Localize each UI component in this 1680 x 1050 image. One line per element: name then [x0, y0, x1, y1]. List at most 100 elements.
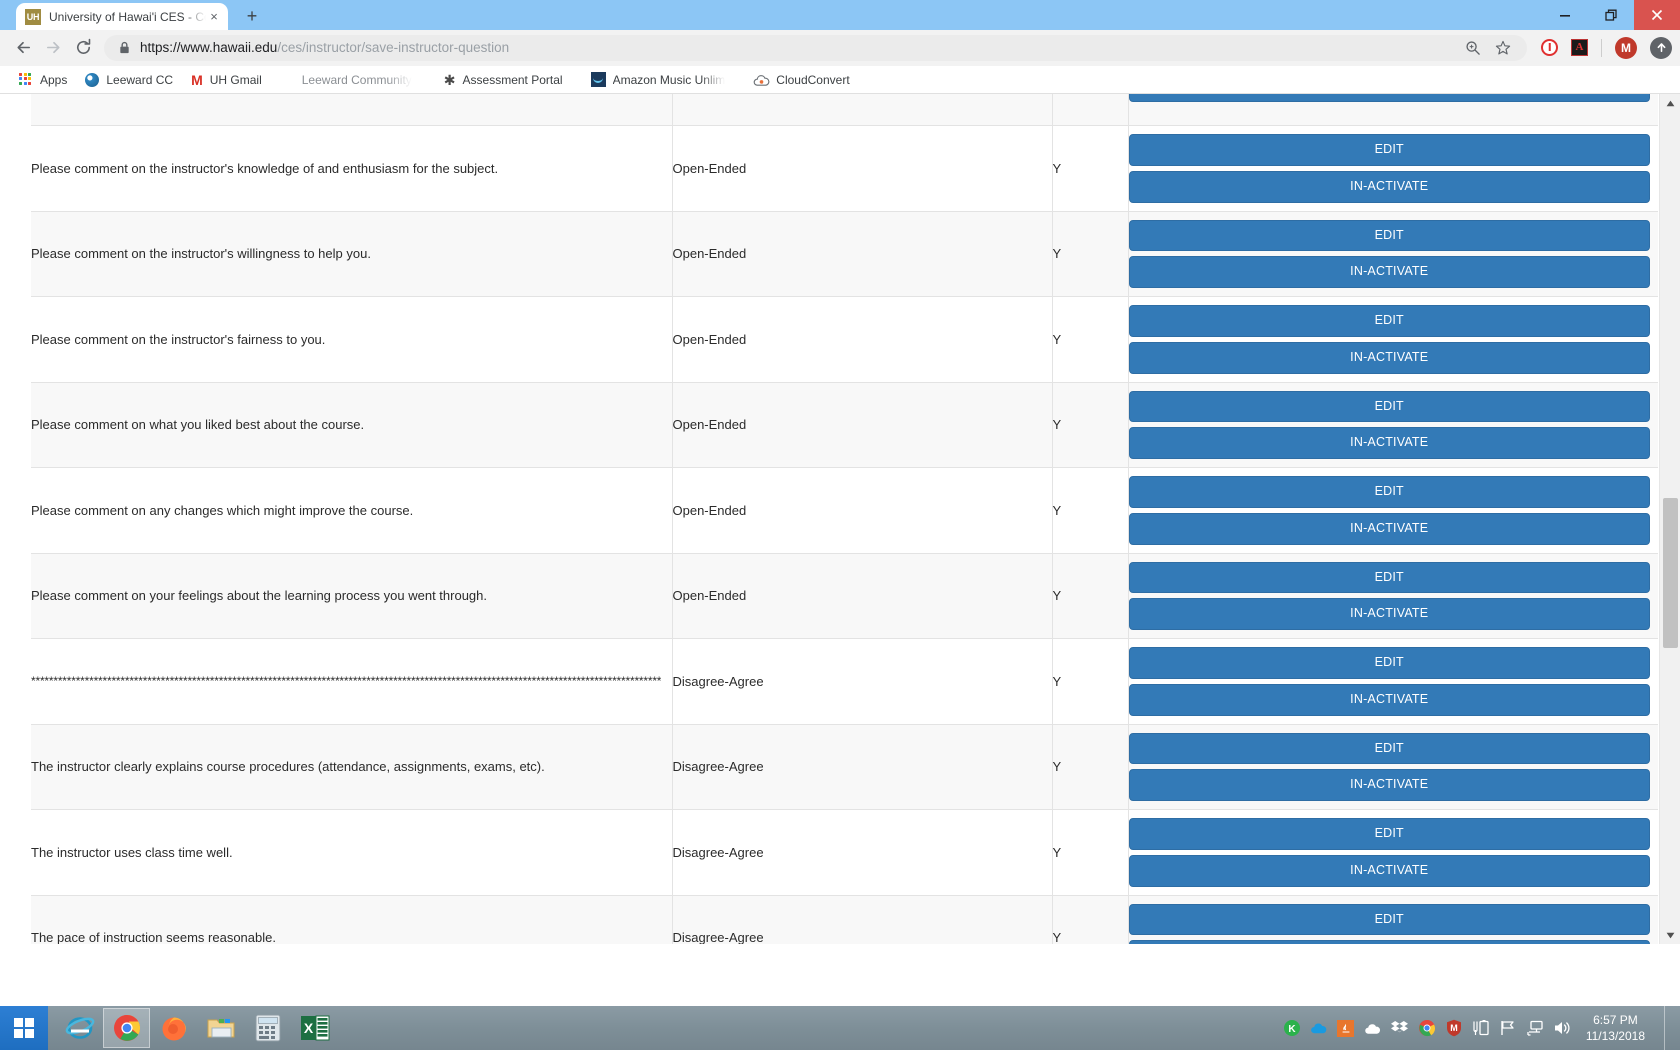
taskbar-clock[interactable]: 6:57 PM 11/13/2018 — [1580, 1012, 1655, 1044]
reload-icon[interactable] — [68, 33, 98, 63]
address-bar[interactable]: https://www.hawaii.edu/ces/instructor/sa… — [104, 34, 1527, 61]
window-controls — [1542, 0, 1680, 30]
taskbar-item-file-explorer[interactable] — [197, 1008, 244, 1048]
tab-title: University of Hawai'i CES - Cours — [49, 9, 206, 24]
inactivate-button[interactable]: IN-ACTIVATE — [1128, 683, 1650, 716]
java-icon[interactable] — [1337, 1019, 1355, 1037]
active-cell: Y — [1052, 210, 1129, 297]
taskbar-item-internet-explorer[interactable] — [56, 1008, 103, 1048]
bookmark-leeward-cc[interactable]: Leeward CC — [76, 70, 182, 90]
type-cell: Open-Ended — [672, 125, 1053, 212]
taskbar-item-mozilla-firefox[interactable] — [150, 1008, 197, 1048]
flag-icon[interactable] — [1499, 1019, 1517, 1037]
taskbar-item-calculator[interactable] — [244, 1008, 291, 1048]
question-cell: Please comment on the instructor's knowl… — [31, 125, 673, 212]
inactivate-button[interactable]: IN-ACTIVATE — [1128, 598, 1650, 630]
bookmark-star-icon[interactable] — [1495, 40, 1511, 56]
actions-cell: EDIT IN-ACTIVATE — [1128, 210, 1658, 297]
bookmark-apps[interactable]: Apps — [10, 70, 76, 90]
edit-button[interactable]: EDIT — [1128, 305, 1650, 337]
edit-button[interactable]: EDIT — [1128, 390, 1650, 423]
svg-text:K: K — [1288, 1024, 1296, 1035]
taskbar-item-microsoft-excel[interactable]: X — [291, 1008, 338, 1048]
question-cell: Please comment on the instructor's willi… — [31, 210, 673, 297]
browser-tab[interactable]: UH University of Hawai'i CES - Cours × — [16, 3, 228, 30]
restore-button[interactable] — [1588, 0, 1634, 30]
edit-button[interactable]: EDIT — [1128, 476, 1650, 508]
update-icon[interactable] — [1650, 36, 1672, 59]
edit-button[interactable]: EDIT — [1128, 647, 1650, 679]
adobe-acrobat-icon[interactable]: A — [1571, 39, 1588, 56]
scroll-up-icon[interactable] — [1660, 94, 1680, 112]
svg-text:X: X — [303, 1020, 313, 1036]
type-cell: Open-Ended — [672, 210, 1053, 297]
page-scrollbar[interactable] — [1659, 94, 1680, 944]
search-icon[interactable] — [1465, 40, 1481, 56]
table-row: IN-ACTIVATE — [31, 94, 1658, 126]
browser-title-bar: UH University of Hawai'i CES - Cours × + — [0, 0, 1680, 30]
apps-grid-icon — [19, 72, 33, 87]
taskbar-items: X — [56, 1008, 338, 1048]
active-cell: Y — [1052, 381, 1129, 468]
dropbox-icon[interactable] — [1391, 1019, 1409, 1037]
back-icon[interactable] — [8, 33, 38, 63]
close-window-button[interactable] — [1634, 0, 1680, 30]
active-cell: Y — [1052, 809, 1129, 896]
profile-avatar[interactable]: M — [1615, 36, 1637, 59]
edit-button[interactable]: EDIT — [1128, 732, 1650, 765]
edit-button[interactable]: EDIT — [1128, 818, 1650, 850]
malwarebytes-icon[interactable]: M — [1445, 1019, 1463, 1037]
inactivate-button[interactable]: IN-ACTIVATE — [1128, 256, 1650, 288]
bookmark-cloudconvert[interactable]: CloudConvert — [744, 70, 858, 90]
inactivate-button[interactable]: IN-ACTIVATE — [1128, 94, 1650, 103]
battery-icon[interactable] — [1472, 1019, 1490, 1037]
inactivate-button[interactable]: IN-ACTIVATE — [1128, 341, 1650, 374]
volume-icon[interactable] — [1553, 1019, 1571, 1037]
bookmark-uh-gmail[interactable]: M UH Gmail — [182, 70, 271, 90]
inactivate-button[interactable]: IN-ACTIVATE — [1128, 940, 1650, 944]
edit-button[interactable]: EDIT — [1128, 561, 1650, 594]
actions-cell: EDIT IN-ACTIVATE — [1128, 723, 1658, 810]
active-cell: Y — [1052, 723, 1129, 810]
actions-cell: IN-ACTIVATE — [1128, 94, 1658, 126]
kaspersky-icon[interactable]: K — [1283, 1019, 1301, 1037]
bookmark-amazon-music[interactable]: Amazon Music Unlim — [582, 69, 735, 90]
active-cell: Y — [1052, 125, 1129, 212]
scrollbar-thumb[interactable] — [1663, 498, 1678, 648]
inactivate-button[interactable]: IN-ACTIVATE — [1128, 427, 1650, 459]
bookmark-assessment-portal[interactable]: ✱ Assessment Portal — [435, 70, 572, 90]
clock-date: 11/13/2018 — [1585, 1029, 1645, 1043]
inactivate-button[interactable]: IN-ACTIVATE — [1128, 170, 1650, 203]
edit-button[interactable]: EDIT — [1128, 903, 1650, 936]
actions-cell: EDIT IN-ACTIVATE — [1128, 381, 1658, 468]
page-content: IN-ACTIVATE Please comment on the instru… — [0, 94, 1659, 944]
table-row: ****************************************… — [31, 638, 1658, 725]
page-viewport: IN-ACTIVATE Please comment on the instru… — [0, 94, 1680, 944]
question-cell: Please comment on what you liked best ab… — [31, 381, 673, 468]
uh-favicon: UH — [25, 8, 41, 25]
adblock-icon[interactable] — [1541, 39, 1558, 56]
table-row: Please comment on what you liked best ab… — [31, 381, 1658, 468]
bookmark-leeward-community[interactable]: Leeward Community — [293, 70, 421, 90]
onedrive-icon[interactable] — [1310, 1019, 1328, 1037]
inactivate-button[interactable]: IN-ACTIVATE — [1128, 512, 1650, 545]
active-cell: Y — [1052, 552, 1129, 639]
cloud-icon[interactable] — [1364, 1019, 1382, 1037]
inactivate-button[interactable]: IN-ACTIVATE — [1128, 769, 1650, 801]
instructor-questions-table: IN-ACTIVATE Please comment on the instru… — [31, 94, 1658, 944]
edit-button[interactable]: EDIT — [1128, 219, 1650, 252]
question-cell — [31, 94, 673, 126]
new-tab-button[interactable]: + — [242, 6, 262, 26]
forward-icon — [38, 33, 68, 63]
network-icon[interactable] — [1526, 1019, 1544, 1037]
chrome-tray-icon[interactable] — [1418, 1019, 1436, 1037]
show-desktop-button[interactable] — [1664, 1006, 1672, 1050]
inactivate-button[interactable]: IN-ACTIVATE — [1128, 854, 1650, 887]
minimize-button[interactable] — [1542, 0, 1588, 30]
table-body: IN-ACTIVATE Please comment on the instru… — [31, 94, 1658, 944]
close-tab-icon[interactable]: × — [206, 9, 222, 25]
taskbar-item-google-chrome[interactable] — [103, 1008, 150, 1048]
edit-button[interactable]: EDIT — [1128, 134, 1650, 166]
start-button[interactable] — [0, 1006, 48, 1050]
scroll-down-icon[interactable] — [1660, 926, 1680, 944]
